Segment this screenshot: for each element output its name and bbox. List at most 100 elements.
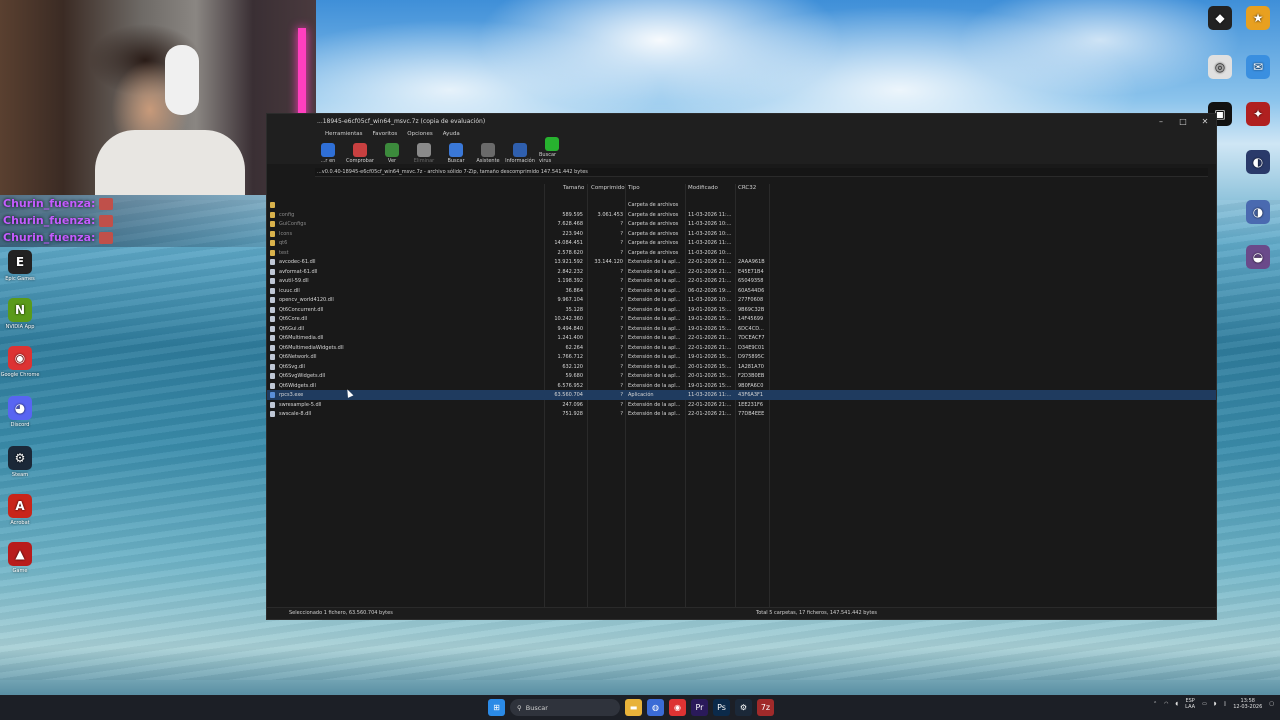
menu-herramientas[interactable]: Herramientas: [325, 131, 362, 137]
minimize-button[interactable]: –: [1150, 114, 1172, 128]
toolbar-button[interactable]: Ver: [379, 143, 405, 164]
file-row[interactable]: Qt6Widgets.dll 6.576.952? Extensión de la …: [267, 381, 1216, 391]
desktop-shortcut[interactable]: ◕ Discord: [0, 396, 40, 428]
menu-favoritos[interactable]: Favoritos: [372, 131, 397, 137]
cell-size: 36.864: [565, 287, 584, 294]
desktop-shortcut[interactable]: A Acrobat: [0, 494, 40, 526]
file-row[interactable]: swscale-8.dll 751.928? Extensión de la apl…: [267, 409, 1216, 419]
emote-icon: [99, 197, 114, 210]
file-row[interactable]: Qt6SvgWidgets.dll 59.680? Extensión de la …: [267, 371, 1216, 381]
volume-icon[interactable]: ◗: [1214, 701, 1217, 707]
toolbar-button[interactable]: ...r en: [315, 143, 341, 164]
file-row[interactable]: Icons 223.940? Carpeta de archivos 11-03-20…: [267, 229, 1216, 239]
column-header-packed[interactable]: Comprimido: [591, 185, 625, 193]
speaker-icon[interactable]: ◖: [1176, 701, 1179, 707]
column-header-crc[interactable]: CRC32: [738, 185, 756, 193]
network-icon[interactable]: ▭: [1202, 701, 1207, 707]
toolbar-button-label: Ver: [387, 158, 397, 164]
steam-icon[interactable]: ⚙: [735, 699, 752, 716]
column-header-size[interactable]: Tamaño: [563, 185, 584, 193]
window-title: ...18945-e6cf05cf_win64_msvc.7z (copia d…: [317, 117, 486, 125]
close-button[interactable]: ✕: [1194, 114, 1216, 128]
cell-size: 223.940: [562, 230, 583, 237]
cell-name: rpcs3.exe: [279, 392, 304, 398]
file-row[interactable]: avcodec-61.dll 13.921.592 33.144.120 Extens…: [267, 257, 1216, 267]
desktop-icon[interactable]: ◆: [1200, 6, 1240, 32]
file-row[interactable]: avutil-59.dll 1.198.392? Extensión de la a…: [267, 276, 1216, 286]
menu-ayuda[interactable]: Ayuda: [443, 131, 460, 137]
cell-crc: 14F45699: [738, 316, 764, 322]
title-bar[interactable]: ...18945-e6cf05cf_win64_msvc.7z (copia d…: [267, 114, 1216, 128]
chrome-icon[interactable]: ◉: [669, 699, 686, 716]
desktop-icon[interactable]: ✉: [1238, 55, 1278, 81]
folder-icon: [270, 211, 275, 218]
desktop-icon[interactable]: ◒: [1238, 245, 1278, 271]
cell-crc: D975895C: [738, 354, 765, 360]
clock[interactable]: 13:58 12-03-2026: [1233, 698, 1262, 710]
browser-icon[interactable]: ◍: [647, 699, 664, 716]
file-row[interactable]: Qt6Concurrent.dll 35.128? Extensión de la …: [267, 305, 1216, 315]
desktop-shortcut[interactable]: ◉ Google Chrome: [0, 346, 40, 378]
cell-packed: ?: [620, 382, 623, 389]
toolbar-button[interactable]: Comprobar: [346, 143, 374, 164]
desktop-icon[interactable]: ✦: [1238, 102, 1278, 128]
toolbar-button[interactable]: Información: [505, 143, 535, 164]
file-row[interactable]: test 2.578.620? Carpeta de archivos 11-03-2…: [267, 248, 1216, 258]
column-header-type[interactable]: Tipo: [628, 185, 640, 193]
desktop-icon[interactable]: ◐: [1238, 150, 1278, 176]
cell-name: swresample-5.dll: [279, 401, 322, 408]
taskbar-search[interactable]: ⚲ Buscar: [510, 699, 620, 716]
file-row[interactable]: Carpeta de archivos: [267, 200, 1216, 210]
file-row[interactable]: config 589.595 3.061.453 Carpeta de archivo…: [267, 210, 1216, 220]
check-icon: [353, 143, 367, 157]
file-row[interactable]: avformat-61.dll 2.842.232? Extensión de la…: [267, 267, 1216, 277]
desktop-icon[interactable]: ★: [1238, 6, 1278, 32]
nvidia-icon: N: [8, 298, 32, 322]
file-row[interactable]: opencv_world4120.dll 9.967.104? Extensión …: [267, 295, 1216, 305]
toolbar-button[interactable]: Asistente: [475, 143, 501, 164]
file-row[interactable]: swresample-5.dll 247.096? Extensión de la …: [267, 400, 1216, 410]
dll-file-icon: [270, 344, 275, 351]
desktop-shortcut[interactable]: ▲ Game: [0, 542, 40, 574]
chevron-up-icon[interactable]: ⌃: [1153, 701, 1157, 707]
wifi-icon[interactable]: ◠: [1164, 701, 1168, 707]
column-header-modified[interactable]: Modificado: [688, 185, 718, 193]
file-row[interactable]: GuiConfigs 7.628.468? Carpeta de archivos 1…: [267, 219, 1216, 229]
desktop-shortcut[interactable]: E Epic Games: [0, 250, 40, 282]
maximize-button[interactable]: □: [1172, 114, 1194, 128]
battery-icon[interactable]: ▯: [1223, 701, 1226, 707]
desktop-icon[interactable]: ◑: [1238, 200, 1278, 226]
cell-name: Qt6SvgWidgets.dll: [279, 373, 326, 379]
desktop-icon[interactable]: ◎: [1200, 55, 1240, 81]
file-row[interactable]: icuuc.dll 36.864? Extensión de la apl... 06…: [267, 286, 1216, 296]
cell-modified: 11-03-2026 11:...: [688, 240, 732, 246]
desktop-shortcut[interactable]: ⚙ Steam: [0, 446, 40, 478]
cell-modified: 22-01-2026 21:...: [688, 278, 732, 284]
cell-type: Carpeta de archivos: [628, 230, 679, 237]
path-bar[interactable]: ...v0.0.40-18945-e6cf05cf_win64_msvc.7z …: [315, 168, 1208, 177]
file-row[interactable]: Qt6Multimedia.dll 1.241.400? Extensión de …: [267, 333, 1216, 343]
file-row[interactable]: Qt6MultimediaWidgets.dll 62.264? Extensión…: [267, 343, 1216, 353]
file-explorer-icon[interactable]: ▬: [625, 699, 642, 716]
toolbar-button[interactable]: Buscar virus: [539, 137, 565, 164]
file-row[interactable]: Qt6Network.dll 1.766.712? Extensión de la …: [267, 352, 1216, 362]
desktop-shortcut[interactable]: N NVIDIA App: [0, 298, 40, 330]
notification-icon[interactable]: ▢: [1269, 701, 1274, 707]
cell-crc: 277F0608: [738, 297, 764, 303]
windows-start-icon[interactable]: ⊞: [488, 699, 505, 716]
photoshop-icon[interactable]: Ps: [713, 699, 730, 716]
cell-size: 6.576.952: [557, 382, 583, 389]
file-row[interactable]: Qt6Svg.dll 632.120? Extensión de la apl...…: [267, 362, 1216, 372]
language-indicator[interactable]: ESP LAA: [1185, 698, 1195, 710]
menu-opciones[interactable]: Opciones: [407, 131, 432, 137]
search-placeholder: Buscar: [525, 703, 548, 712]
cell-type: Extensión de la apl...: [628, 411, 681, 417]
7zip-icon[interactable]: 7z: [757, 699, 774, 716]
dll-file-icon: [270, 411, 275, 417]
premiere-icon[interactable]: Pr: [691, 699, 708, 716]
file-row[interactable]: Qt6Core.dll 10.242.360? Extensión de la ap…: [267, 314, 1216, 324]
file-row[interactable]: Qt6Gui.dll 9.494.840? Extensión de la apl.…: [267, 324, 1216, 334]
file-row[interactable]: qt6 14.084.451? Carpeta de archivos 11-03-2…: [267, 238, 1216, 248]
toolbar-button[interactable]: Buscar: [443, 143, 469, 164]
file-row[interactable]: rpcs3.exe 63.560.704? Aplicación 11-03-2026…: [267, 390, 1216, 400]
